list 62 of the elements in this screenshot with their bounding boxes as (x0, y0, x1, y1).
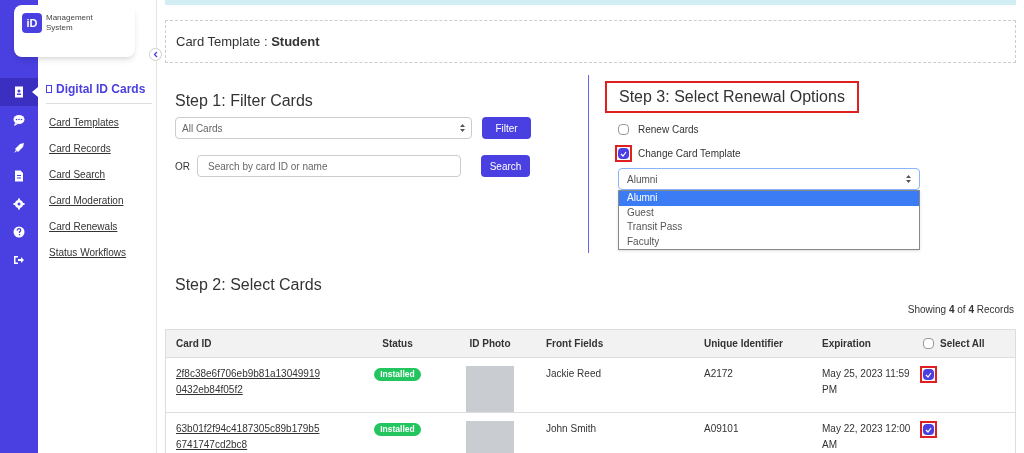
id-card-icon (46, 85, 52, 93)
help-icon (13, 226, 25, 238)
logo-icon: iD (22, 13, 42, 33)
dropdown-option[interactable]: Faculty (619, 234, 919, 249)
template-select[interactable]: Alumni (618, 168, 920, 190)
table-cell-text: A2172 (703, 367, 734, 381)
card-template-label: Card Template : Student (176, 32, 320, 51)
table-cell-text: May 25, 2023 11:59 PM (821, 367, 911, 397)
table-cell-text: John Smith (545, 422, 598, 436)
nav-button[interactable] (0, 78, 38, 106)
sidebar-link[interactable]: Card Records (49, 141, 152, 156)
checkbox[interactable] (618, 124, 629, 135)
chevron-left-icon (152, 51, 159, 58)
sidebar-link[interactable]: Card Renewals (49, 219, 152, 234)
step-heading: Step 1: Filter Cards (175, 91, 314, 111)
records-count: Showing 4 of 4 Records (907, 303, 1014, 317)
sidebar-link[interactable]: Card Search (49, 167, 152, 182)
checkmark-icon (620, 150, 627, 157)
collapse-button[interactable] (149, 48, 162, 61)
chat-icon (13, 114, 25, 126)
dropdown-option[interactable]: Alumni (619, 191, 919, 206)
checkmark-icon (925, 371, 932, 378)
step-heading: Step 2: Select Cards (175, 275, 323, 295)
column-header: Select All (940, 337, 985, 351)
logout-icon (13, 254, 25, 266)
card-id-link[interactable]: 2f8c38e6f706eb9b81a13049919 0432eb84f05f2 (176, 366, 346, 398)
checkbox[interactable] (923, 338, 934, 349)
dropdown-option[interactable]: Guest (619, 205, 919, 220)
sort-arrows-icon (460, 124, 465, 132)
status-badge: Installed (374, 368, 421, 381)
option-label: Renew Cards (638, 123, 699, 137)
settings-icon (13, 198, 25, 210)
column-header: Front Fields (545, 337, 605, 351)
photo-placeholder (466, 366, 514, 412)
status-badge: Installed (374, 423, 421, 436)
rocket-icon (13, 142, 25, 154)
logo-text: Management System (46, 13, 94, 33)
column-header: Expiration (821, 337, 872, 351)
dropdown-option[interactable]: Transit Pass (619, 220, 919, 235)
checkmark-icon (925, 426, 932, 433)
column-header: Unique Identifier (703, 337, 784, 351)
sidebar-link[interactable]: Card Templates (49, 115, 152, 130)
step-heading: Step 3: Select Renewal Options (605, 81, 859, 113)
document-icon (13, 170, 25, 182)
sidebar-link[interactable]: Status Workflows (49, 245, 152, 260)
table-cell-text: A09101 (703, 422, 740, 436)
option-label: Change Card Template (638, 147, 741, 161)
filter-button[interactable]: Filter (482, 117, 531, 139)
column-header: Card ID (175, 337, 213, 351)
sort-arrows-icon (906, 175, 911, 183)
search-field[interactable]: Search by card ID or name (197, 155, 461, 177)
sidebar-title: Digital ID Cards (56, 81, 146, 98)
or-label: OR (175, 159, 191, 174)
column-header: ID Photo (468, 337, 512, 351)
id-card-icon (13, 86, 25, 98)
card-id-link[interactable]: 63b01f2f94c4187305c89b179b5 6741747cd2bc8 (176, 421, 346, 453)
column-header: Status (381, 337, 414, 351)
search-button[interactable]: Search (481, 155, 530, 177)
filter-select[interactable]: All Cards (175, 117, 472, 139)
table-cell-text: Jackie Reed (545, 367, 603, 381)
sidebar-link[interactable]: Card Moderation (49, 193, 152, 208)
table-cell-text: May 22, 2023 12:00 AM (821, 422, 912, 452)
